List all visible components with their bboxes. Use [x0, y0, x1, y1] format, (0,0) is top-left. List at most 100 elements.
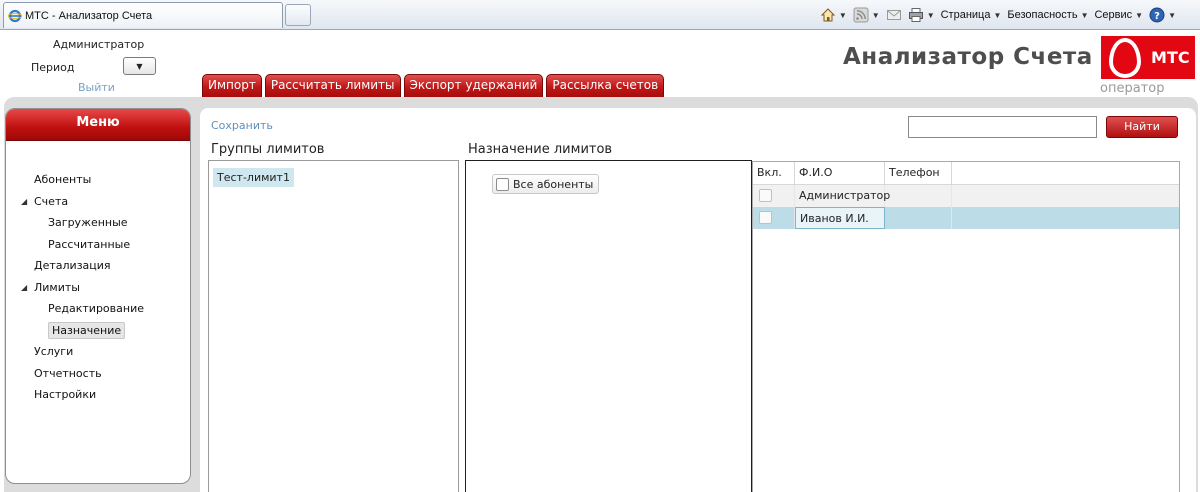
menu-item-details[interactable]: Детализация [6, 255, 190, 277]
menu-item-settings[interactable]: Настройки [6, 384, 190, 406]
limit-assignment-title: Назначение лимитов [468, 142, 613, 157]
help-button[interactable]: ? ▼ [1149, 7, 1176, 23]
menu-item-label: Лимиты [34, 280, 80, 294]
security-menu-label: Безопасность [1007, 9, 1078, 21]
list-item[interactable]: Тест-лимит1 [213, 168, 294, 187]
menu-title: Меню [6, 109, 190, 141]
main-nav-tabs: Импорт Рассчитать лимиты Экспорт удержан… [202, 74, 665, 97]
chevron-down-icon: ▼ [1168, 10, 1176, 20]
page-menu[interactable]: Страница ▼ [941, 9, 1002, 21]
service-menu-label: Сервис [1094, 9, 1133, 21]
menu-item-subscribers[interactable]: Абоненты [6, 169, 190, 191]
menu-item-label: Счета [34, 194, 69, 208]
menu-item-label: Абоненты [34, 173, 92, 186]
subscribers-grid: Вкл. Ф.И.О Телефон Администратор Иванов … [752, 161, 1180, 492]
save-link[interactable]: Сохранить [211, 119, 273, 132]
phone-cell[interactable] [885, 185, 952, 207]
chevron-down-icon: ▼ [993, 10, 1002, 20]
menu-item-calculated[interactable]: Рассчитанные [6, 234, 190, 256]
mts-egg-icon [1109, 37, 1141, 78]
menu-list: Абоненты ◢ Счета Загруженные Рассчитанны… [6, 169, 190, 406]
print-icon [908, 8, 923, 22]
row-checkbox-cell[interactable] [753, 207, 795, 229]
filler-cell [952, 207, 1179, 229]
chevron-down-icon: ▼ [1135, 10, 1144, 20]
menu-item-assignment[interactable]: Назначение [6, 320, 190, 342]
page-menu-label: Страница [940, 9, 991, 21]
print-button[interactable]: ▼ [908, 7, 935, 23]
mail-icon [886, 10, 901, 20]
menu-item-editing[interactable]: Редактирование [6, 298, 190, 320]
period-select[interactable]: ▼ [123, 57, 156, 75]
menu-item-label: Отчетность [34, 366, 102, 380]
help-icon: ? [1149, 7, 1165, 23]
browser-toolbar: МТС - Анализатор Счета ▼ ▼ ▼ Страница ▼ … [0, 0, 1200, 30]
tab-send-bills[interactable]: Рассылка счетов [546, 74, 665, 97]
tab-import[interactable]: Импорт [202, 74, 262, 97]
filler-cell [952, 185, 1179, 207]
svg-text:?: ? [1154, 11, 1160, 22]
tab-calc-limits[interactable]: Рассчитать лимиты [264, 74, 401, 97]
column-header-name[interactable]: Ф.И.О [795, 162, 885, 184]
new-tab-button[interactable] [285, 4, 311, 26]
home-button[interactable]: ▼ [820, 7, 847, 23]
checkbox-icon[interactable] [759, 189, 772, 202]
security-menu[interactable]: Безопасность ▼ [1007, 9, 1088, 21]
expanded-triangle-icon[interactable]: ◢ [21, 191, 27, 213]
menu-item-label: Услуги [34, 345, 74, 358]
phone-cell[interactable] [885, 207, 952, 229]
mts-logo-text: МТС [1151, 48, 1190, 67]
browser-tab-title: МТС - Анализатор Счета [25, 9, 153, 22]
menu-item-label: Рассчитанные [48, 237, 131, 251]
menu-item-label: Редактирование [48, 302, 144, 315]
column-header-phone[interactable]: Телефон [885, 162, 952, 184]
chevron-down-icon: ▼ [926, 10, 935, 20]
app-title: Анализатор Счета [843, 44, 1093, 70]
checkbox-icon[interactable] [496, 177, 509, 191]
menu-item-label: Настройки [34, 388, 97, 401]
row-checkbox-cell[interactable] [753, 185, 795, 207]
limit-groups-list: Тест-лимит1 [208, 160, 459, 492]
all-subscribers-label: Все абоненты [513, 177, 594, 191]
limit-assignment-panel: Все абоненты [465, 160, 752, 492]
logout-link[interactable]: Выйти [78, 81, 115, 94]
table-row[interactable]: Иванов И.И. [753, 207, 1179, 229]
feeds-button[interactable]: ▼ [853, 7, 880, 23]
period-label: Период [31, 61, 75, 74]
menu-item-label: Назначение [48, 321, 126, 339]
grid-header: Вкл. Ф.И.О Телефон [753, 162, 1179, 185]
browser-tab[interactable]: МТС - Анализатор Счета [3, 2, 283, 28]
menu-item-loaded[interactable]: Загруженные [6, 212, 190, 234]
tab-export-holds[interactable]: Экспорт удержаний [403, 74, 544, 97]
mts-logo: МТС [1101, 36, 1195, 79]
browser-command-bar: ▼ ▼ ▼ Страница ▼ Безопасность ▼ Сервис ▼… [820, 5, 1176, 25]
menu-item-reports[interactable]: Отчетность [6, 363, 190, 385]
name-cell[interactable]: Администратор [795, 185, 890, 207]
search-input[interactable] [908, 116, 1097, 138]
mail-button[interactable] [886, 7, 902, 23]
side-menu: Меню Абоненты ◢ Счета Загруженные Рассчи… [5, 108, 191, 484]
menu-item-services[interactable]: Услуги [6, 341, 190, 363]
chevron-down-icon: ▼ [1080, 10, 1089, 20]
checkbox-icon[interactable] [759, 211, 772, 224]
expanded-triangle-icon[interactable]: ◢ [21, 277, 27, 299]
menu-item-label: Загруженные [48, 216, 128, 229]
menu-item-limits[interactable]: ◢ Лимиты [6, 277, 190, 299]
column-header-enabled[interactable]: Вкл. [753, 162, 795, 184]
find-button[interactable]: Найти [1106, 116, 1178, 138]
limit-groups-title: Группы лимитов [211, 142, 325, 157]
current-user: Администратор [53, 38, 145, 51]
home-icon [820, 8, 836, 22]
ie-logo-icon [8, 9, 22, 22]
table-row[interactable]: Администратор [753, 185, 1179, 207]
chevron-down-icon: ▼ [871, 10, 880, 20]
menu-item-bills[interactable]: ◢ Счета [6, 191, 190, 213]
name-cell[interactable]: Иванов И.И. [795, 207, 885, 229]
column-header-filler [952, 162, 1179, 184]
rss-icon [853, 7, 869, 23]
chevron-down-icon: ▼ [838, 10, 847, 20]
all-subscribers-checkbox[interactable]: Все абоненты [492, 174, 600, 194]
menu-item-label: Детализация [34, 259, 111, 272]
service-menu[interactable]: Сервис ▼ [1094, 9, 1143, 21]
chevron-down-icon: ▼ [136, 61, 143, 71]
